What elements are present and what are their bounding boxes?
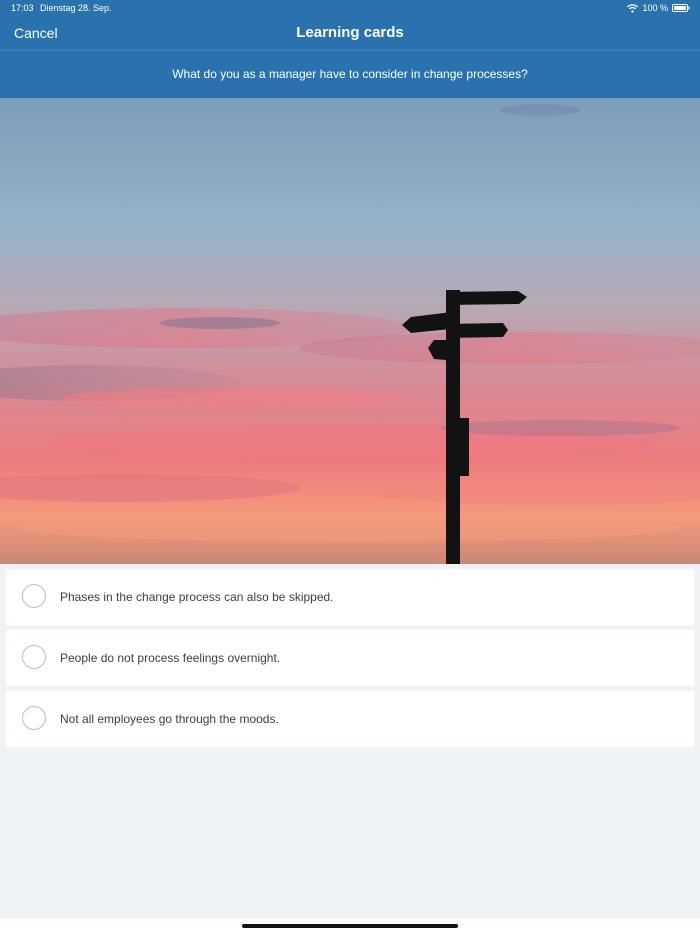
- answer-option[interactable]: Not all employees go through the moods.: [6, 691, 694, 747]
- home-indicator[interactable]: [242, 924, 458, 928]
- answer-option[interactable]: Phases in the change process can also be…: [6, 569, 694, 625]
- status-time: 17:03: [11, 3, 34, 13]
- answer-label: People do not process feelings overnight…: [60, 651, 281, 665]
- answer-label: Phases in the change process can also be…: [60, 590, 334, 604]
- status-bar: 17:03 Dienstag 28. Sep. 100 %: [0, 0, 700, 18]
- page-title: Learning cards: [296, 24, 404, 41]
- navigation-bar: Cancel Learning cards: [0, 18, 700, 50]
- radio-button[interactable]: [22, 645, 46, 669]
- answer-option[interactable]: People do not process feelings overnight…: [6, 630, 694, 686]
- wifi-icon: [627, 3, 639, 13]
- status-right: 100 %: [627, 3, 690, 13]
- learning-cards-screen: 17:03 Dienstag 28. Sep. 100 % Cancel Lea…: [0, 0, 700, 934]
- header-divider: [0, 50, 700, 51]
- battery-percent: 100 %: [642, 3, 668, 13]
- card-image: [0, 98, 700, 564]
- question-text: What do you as a manager have to conside…: [172, 67, 528, 81]
- radio-button[interactable]: [22, 584, 46, 608]
- battery-icon: [672, 4, 690, 12]
- radio-button[interactable]: [22, 706, 46, 730]
- status-date: Dienstag 28. Sep.: [40, 3, 112, 13]
- header: 17:03 Dienstag 28. Sep. 100 % Cancel Lea…: [0, 0, 700, 98]
- answer-label: Not all employees go through the moods.: [60, 712, 279, 726]
- answer-list: Phases in the change process can also be…: [6, 569, 694, 752]
